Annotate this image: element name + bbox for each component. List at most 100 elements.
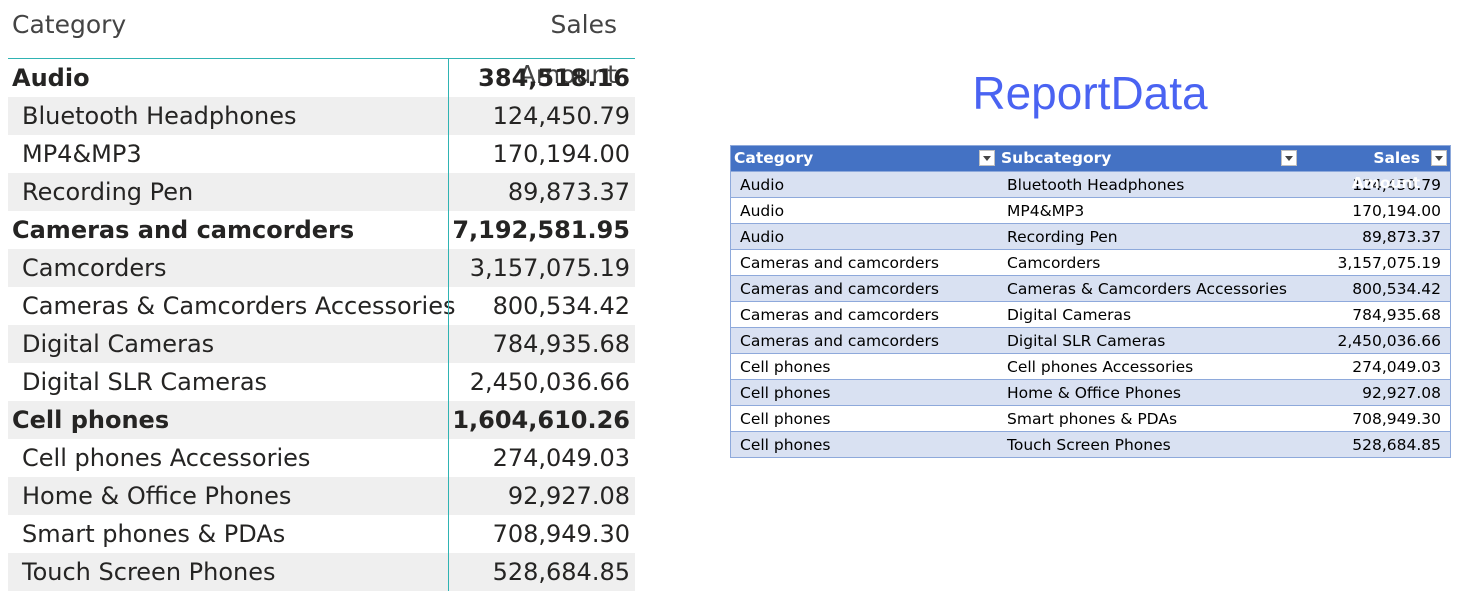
table-cell-category[interactable]: Cell phones xyxy=(731,358,998,376)
table-cell-category[interactable]: Cameras and camcorders xyxy=(731,332,998,350)
matrix-row-label: Smart phones & PDAs xyxy=(22,520,286,548)
matrix-row[interactable]: Home & Office Phones 92,927.08 xyxy=(8,477,635,515)
table-cell-amount[interactable]: 170,194.00 xyxy=(1300,202,1450,220)
sales-matrix[interactable]: Category Sales Amount Audio 384,518.16 Blu… xyxy=(8,0,635,591)
filter-dropdown-icon[interactable] xyxy=(979,150,995,166)
matrix-group-label: Cell phones xyxy=(12,406,170,434)
report-data-table[interactable]: Category Subcategory Sales Amount Audio B… xyxy=(730,145,1451,458)
table-cell-category[interactable]: Cell phones xyxy=(731,436,998,454)
matrix-group-amount: 1,604,610.26 xyxy=(452,406,630,434)
table-row[interactable]: Cell phones Cell phones Accessories 274,04… xyxy=(731,353,1450,379)
matrix-body: Audio 384,518.16 Bluetooth Headphones 124,4… xyxy=(8,59,635,591)
matrix-header-category[interactable]: Category xyxy=(8,0,452,58)
table-header-amount-label: Sales Amount xyxy=(1351,149,1420,192)
matrix-row-amount: 708,949.30 xyxy=(492,520,630,548)
matrix-group-amount: 384,518.16 xyxy=(478,64,630,92)
table-row[interactable]: Audio Recording Pen 89,873.37 xyxy=(731,223,1450,249)
matrix-row[interactable]: Recording Pen 89,873.37 xyxy=(8,173,635,211)
table-body: Audio Bluetooth Headphones 124,450.79 Audio… xyxy=(731,171,1450,457)
matrix-row-amount: 170,194.00 xyxy=(492,140,630,168)
report-canvas: Category Sales Amount Audio 384,518.16 Blu… xyxy=(0,0,1465,596)
matrix-row[interactable]: Digital Cameras 784,935.68 xyxy=(8,325,635,363)
table-cell-subcategory[interactable]: Cell phones Accessories xyxy=(998,358,1300,376)
table-cell-category[interactable]: Audio xyxy=(731,202,998,220)
table-cell-amount[interactable]: 800,534.42 xyxy=(1300,280,1450,298)
matrix-row-amount: 800,534.42 xyxy=(492,292,630,320)
table-cell-category[interactable]: Cameras and camcorders xyxy=(731,306,998,324)
table-row[interactable]: Cameras and camcorders Digital SLR Camera… xyxy=(731,327,1450,353)
table-header-subcategory[interactable]: Subcategory xyxy=(998,146,1300,171)
table-cell-category[interactable]: Cameras and camcorders xyxy=(731,254,998,272)
table-row[interactable]: Cell phones Home & Office Phones 92,927.08 xyxy=(731,379,1450,405)
matrix-group-amount: 7,192,581.95 xyxy=(452,216,630,244)
table-cell-subcategory[interactable]: Home & Office Phones xyxy=(998,384,1300,402)
matrix-row-label: Cell phones Accessories xyxy=(22,444,311,472)
table-cell-amount[interactable]: 3,157,075.19 xyxy=(1300,254,1450,272)
table-cell-subcategory[interactable]: Recording Pen xyxy=(998,228,1300,246)
table-cell-category[interactable]: Audio xyxy=(731,228,998,246)
table-row[interactable]: Audio Bluetooth Headphones 124,450.79 xyxy=(731,171,1450,197)
matrix-row-amount: 2,450,036.66 xyxy=(469,368,630,396)
matrix-row[interactable]: Cell phones Accessories 274,049.03 xyxy=(8,439,635,477)
table-row[interactable]: Cell phones Smart phones & PDAs 708,949.30 xyxy=(731,405,1450,431)
matrix-row-amount: 124,450.79 xyxy=(492,102,630,130)
table-cell-subcategory[interactable]: Cameras & Camcorders Accessories xyxy=(998,280,1300,298)
table-header-category-label: Category xyxy=(734,149,814,167)
matrix-row-label: Recording Pen xyxy=(22,178,194,206)
matrix-row[interactable]: Touch Screen Phones 528,684.85 xyxy=(8,553,635,591)
matrix-row-label: MP4&MP3 xyxy=(22,140,142,168)
matrix-row-label: Digital SLR Cameras xyxy=(22,368,268,396)
matrix-row-amount: 784,935.68 xyxy=(492,330,630,358)
table-cell-amount[interactable]: 89,873.37 xyxy=(1300,228,1450,246)
table-row[interactable]: Cameras and camcorders Camcorders 3,157,07… xyxy=(731,249,1450,275)
table-cell-amount[interactable]: 92,927.08 xyxy=(1300,384,1450,402)
table-header-amount[interactable]: Sales Amount xyxy=(1300,146,1450,192)
table-header-row: Category Subcategory Sales Amount xyxy=(731,146,1450,192)
matrix-group-row[interactable]: Audio 384,518.16 xyxy=(8,59,635,97)
table-cell-amount[interactable]: 528,684.85 xyxy=(1300,436,1450,454)
matrix-row-label: Home & Office Phones xyxy=(22,482,292,510)
table-cell-amount[interactable]: 784,935.68 xyxy=(1300,306,1450,324)
table-cell-category[interactable]: Cell phones xyxy=(731,384,998,402)
matrix-row[interactable]: Smart phones & PDAs 708,949.30 xyxy=(8,515,635,553)
filter-dropdown-icon[interactable] xyxy=(1431,150,1447,166)
table-cell-subcategory[interactable]: Touch Screen Phones xyxy=(998,436,1300,454)
matrix-row-label: Digital Cameras xyxy=(22,330,215,358)
table-row[interactable]: Cameras and camcorders Cameras & Camcorde… xyxy=(731,275,1450,301)
table-cell-amount[interactable]: 708,949.30 xyxy=(1300,410,1450,428)
table-cell-subcategory[interactable]: MP4&MP3 xyxy=(998,202,1300,220)
table-cell-amount[interactable]: 2,450,036.66 xyxy=(1300,332,1450,350)
table-row[interactable]: Cell phones Touch Screen Phones 528,684.85 xyxy=(731,431,1450,457)
matrix-row-amount: 274,049.03 xyxy=(492,444,630,472)
table-header-subcategory-label: Subcategory xyxy=(1001,149,1112,167)
matrix-row[interactable]: Digital SLR Cameras 2,450,036.66 xyxy=(8,363,635,401)
matrix-header: Category Sales Amount xyxy=(8,0,635,89)
matrix-group-row[interactable]: Cell phones 1,604,610.26 xyxy=(8,401,635,439)
matrix-row[interactable]: Cameras & Camcorders Accessories 800,534.… xyxy=(8,287,635,325)
table-cell-category[interactable]: Cell phones xyxy=(731,410,998,428)
matrix-row[interactable]: MP4&MP3 170,194.00 xyxy=(8,135,635,173)
matrix-row-amount: 92,927.08 xyxy=(507,482,630,510)
matrix-group-label: Cameras and camcorders xyxy=(12,216,355,244)
matrix-group-row[interactable]: Cameras and camcorders 7,192,581.95 xyxy=(8,211,635,249)
table-cell-subcategory[interactable]: Digital SLR Cameras xyxy=(998,332,1300,350)
matrix-row-label: Cameras & Camcorders Accessories xyxy=(22,292,456,320)
table-cell-subcategory[interactable]: Digital Cameras xyxy=(998,306,1300,324)
table-cell-subcategory[interactable]: Smart phones & PDAs xyxy=(998,410,1300,428)
table-cell-subcategory[interactable]: Camcorders xyxy=(998,254,1300,272)
matrix-row-amount: 528,684.85 xyxy=(492,558,630,586)
table-cell-category[interactable]: Audio xyxy=(731,176,998,194)
matrix-header-amount[interactable]: Sales Amount xyxy=(452,0,635,89)
matrix-row-amount: 3,157,075.19 xyxy=(469,254,630,282)
matrix-row[interactable]: Bluetooth Headphones 124,450.79 xyxy=(8,97,635,135)
matrix-row[interactable]: Camcorders 3,157,075.19 xyxy=(8,249,635,287)
table-cell-category[interactable]: Cameras and camcorders xyxy=(731,280,998,298)
matrix-row-label: Camcorders xyxy=(22,254,167,282)
table-cell-subcategory[interactable]: Bluetooth Headphones xyxy=(998,176,1300,194)
table-cell-amount[interactable]: 274,049.03 xyxy=(1300,358,1450,376)
report-title: ReportData xyxy=(972,67,1208,119)
filter-dropdown-icon[interactable] xyxy=(1281,150,1297,166)
table-row[interactable]: Audio MP4&MP3 170,194.00 xyxy=(731,197,1450,223)
table-row[interactable]: Cameras and camcorders Digital Cameras 784… xyxy=(731,301,1450,327)
table-header-category[interactable]: Category xyxy=(731,146,998,171)
